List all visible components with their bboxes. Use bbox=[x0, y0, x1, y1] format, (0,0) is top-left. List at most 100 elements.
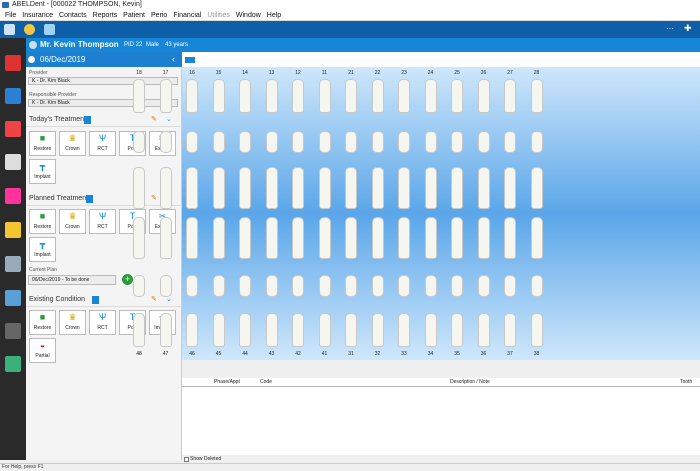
tooth[interactable] bbox=[345, 167, 357, 209]
menu-file[interactable]: File bbox=[2, 10, 19, 20]
tooth[interactable] bbox=[318, 313, 331, 347]
tooth[interactable] bbox=[133, 131, 145, 153]
col-code[interactable]: Code bbox=[260, 378, 272, 387]
tooth[interactable] bbox=[424, 131, 437, 153]
tooth[interactable] bbox=[398, 275, 410, 297]
tooth[interactable] bbox=[212, 275, 225, 297]
more-icon[interactable]: ··· bbox=[666, 24, 674, 33]
add-plan-icon[interactable]: + bbox=[122, 274, 133, 285]
tooth[interactable] bbox=[424, 79, 437, 113]
umbrella-icon[interactable] bbox=[5, 88, 21, 104]
tooth[interactable] bbox=[504, 167, 516, 209]
tooth[interactable] bbox=[345, 79, 357, 113]
tooth[interactable] bbox=[292, 275, 304, 297]
tool-icon[interactable] bbox=[5, 323, 21, 339]
restore-button[interactable]: ■ Restore bbox=[29, 310, 56, 335]
tooth[interactable] bbox=[265, 167, 278, 209]
note-icon[interactable] bbox=[5, 222, 21, 238]
tooth[interactable] bbox=[133, 275, 145, 297]
tooth[interactable] bbox=[212, 79, 225, 113]
tooth[interactable] bbox=[212, 313, 225, 347]
tooth[interactable] bbox=[186, 131, 198, 153]
planned-info-icon[interactable] bbox=[86, 195, 93, 203]
tooth[interactable] bbox=[265, 131, 278, 153]
existing-info-icon[interactable] bbox=[92, 296, 99, 304]
tooth[interactable] bbox=[318, 167, 331, 209]
tooth[interactable] bbox=[239, 131, 251, 153]
implant-button[interactable]: ┳Implant bbox=[29, 159, 56, 184]
tooth[interactable] bbox=[345, 275, 357, 297]
tooth[interactable] bbox=[451, 313, 463, 347]
tooth[interactable] bbox=[477, 275, 490, 297]
tooth[interactable] bbox=[239, 313, 251, 347]
tooth[interactable] bbox=[186, 167, 198, 209]
menu-window[interactable]: Window bbox=[233, 10, 264, 20]
tooth[interactable] bbox=[371, 79, 384, 113]
tooth[interactable] bbox=[318, 217, 331, 259]
tooth[interactable] bbox=[159, 313, 172, 347]
tooth[interactable] bbox=[477, 313, 490, 347]
tooth[interactable] bbox=[133, 217, 145, 259]
user-icon[interactable] bbox=[24, 24, 35, 35]
tooth[interactable] bbox=[477, 131, 490, 153]
tooth[interactable] bbox=[292, 79, 304, 113]
tooth[interactable] bbox=[292, 167, 304, 209]
planned-edit-icon[interactable]: ✎ bbox=[151, 192, 157, 206]
tooth[interactable] bbox=[186, 313, 198, 347]
tooth[interactable] bbox=[133, 313, 145, 347]
today-expand-icon[interactable]: ⌄ bbox=[166, 113, 172, 127]
tooth[interactable] bbox=[451, 275, 463, 297]
col-phase[interactable]: Phase/Appt bbox=[214, 378, 240, 387]
tooth[interactable] bbox=[265, 217, 278, 259]
tooth[interactable] bbox=[451, 131, 463, 153]
rct-button[interactable]: Ѱ RCT bbox=[89, 209, 116, 234]
tooth[interactable] bbox=[530, 275, 543, 297]
tooth[interactable] bbox=[212, 217, 225, 259]
tooth[interactable] bbox=[424, 167, 437, 209]
tooth[interactable] bbox=[451, 217, 463, 259]
menu-dot-icon[interactable] bbox=[28, 56, 35, 63]
rct-button[interactable]: Ѱ RCT bbox=[89, 131, 116, 156]
tooth[interactable] bbox=[504, 275, 516, 297]
menu-utilities[interactable]: Utilities bbox=[204, 10, 233, 20]
chart-view-icon[interactable] bbox=[185, 57, 195, 63]
crown-button[interactable]: ♛ Crown bbox=[59, 310, 86, 335]
tooth[interactable] bbox=[186, 275, 198, 297]
tooth[interactable] bbox=[159, 167, 172, 209]
col-description[interactable]: Description / Note bbox=[450, 378, 490, 387]
tooth[interactable] bbox=[239, 167, 251, 209]
partial-button[interactable]: ◒ Partial bbox=[29, 338, 56, 363]
tooth[interactable] bbox=[530, 313, 543, 347]
menu-reports[interactable]: Reports bbox=[90, 10, 121, 20]
tooth[interactable] bbox=[371, 167, 384, 209]
tooth[interactable] bbox=[186, 217, 198, 259]
menu-perio[interactable]: Perio bbox=[148, 10, 170, 20]
crown-button[interactable]: ♛ Crown bbox=[59, 131, 86, 156]
tooth[interactable] bbox=[530, 79, 543, 113]
existing-edit-icon[interactable]: ✎ bbox=[151, 293, 157, 307]
menu-help[interactable]: Help bbox=[264, 10, 284, 20]
tooth[interactable] bbox=[239, 275, 251, 297]
tooth[interactable] bbox=[212, 167, 225, 209]
tooth[interactable] bbox=[159, 217, 172, 259]
calendar-side-icon[interactable] bbox=[5, 121, 21, 137]
tooth[interactable] bbox=[398, 217, 410, 259]
tooth[interactable] bbox=[424, 275, 437, 297]
tooth[interactable] bbox=[318, 79, 331, 113]
col-tooth[interactable]: Tooth bbox=[680, 378, 692, 387]
clipboard-icon[interactable] bbox=[5, 154, 21, 170]
image-icon[interactable] bbox=[5, 356, 21, 372]
tooth[interactable] bbox=[398, 79, 410, 113]
today-info-icon[interactable] bbox=[84, 116, 91, 124]
plan-select[interactable]: 06/Dec/2019 - To be done bbox=[28, 275, 116, 285]
menu-financial[interactable]: Financial bbox=[170, 10, 204, 20]
rct-button[interactable]: Ѱ RCT bbox=[89, 310, 116, 335]
list-icon[interactable] bbox=[5, 256, 21, 272]
tooth[interactable] bbox=[477, 167, 490, 209]
tooth[interactable] bbox=[292, 313, 304, 347]
tooth[interactable] bbox=[239, 79, 251, 113]
tooth[interactable] bbox=[265, 313, 278, 347]
tooth[interactable] bbox=[504, 217, 516, 259]
tooth[interactable] bbox=[424, 313, 437, 347]
tooth-icon[interactable] bbox=[5, 290, 21, 306]
